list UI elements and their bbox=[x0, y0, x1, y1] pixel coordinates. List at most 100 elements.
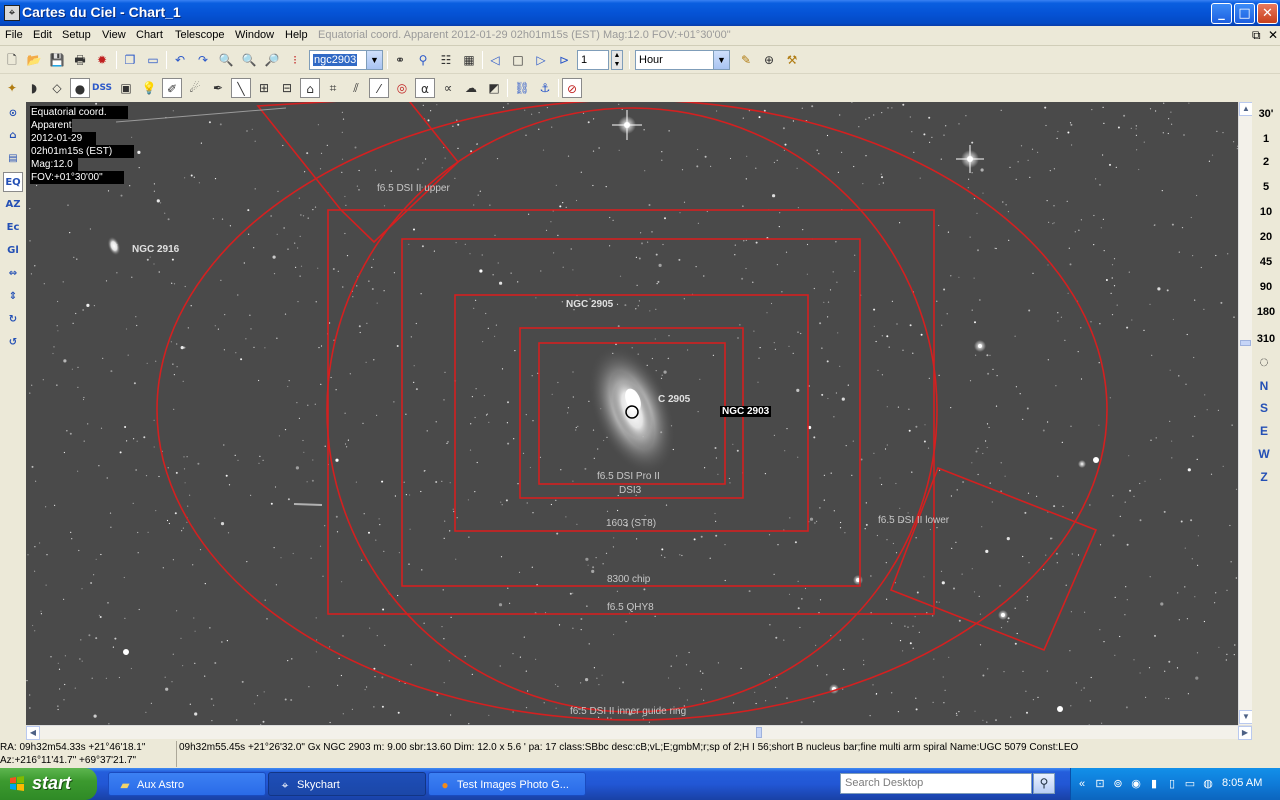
alpha-label[interactable]: α bbox=[415, 78, 435, 98]
zoom-310[interactable]: 310 bbox=[1252, 333, 1280, 345]
monitor-icon[interactable]: ▭ bbox=[1183, 777, 1197, 791]
time-unit-select[interactable]: Hour ▼ bbox=[635, 50, 730, 70]
eq-mode-button[interactable]: EQ bbox=[3, 172, 23, 192]
network-icon[interactable]: ⊡ bbox=[1093, 777, 1107, 791]
flip-vertical-icon[interactable]: ⇕ bbox=[3, 287, 23, 307]
step-forward-icon[interactable]: ▷ bbox=[531, 50, 551, 70]
pen-icon[interactable]: ✒ bbox=[208, 78, 228, 98]
az-mode-button[interactable]: AZ bbox=[3, 195, 23, 215]
zoom-90[interactable]: 90 bbox=[1252, 281, 1280, 293]
stars-icon[interactable]: ✦ bbox=[2, 78, 22, 98]
desktop-search-input[interactable]: Search Desktop bbox=[840, 773, 1032, 794]
restore-child-icon[interactable]: ⧉ bbox=[1252, 28, 1261, 43]
alert-icon[interactable]: ◍ bbox=[1201, 777, 1215, 791]
dss-label[interactable]: DSS bbox=[92, 78, 112, 98]
boundary-icon[interactable]: ⌂ bbox=[300, 78, 320, 98]
step-value-input[interactable]: 1 bbox=[577, 50, 609, 70]
connection-icon[interactable]: ⊚ bbox=[1111, 777, 1125, 791]
chevron-down-icon[interactable]: ▼ bbox=[713, 51, 729, 69]
border-icon[interactable]: ⌗ bbox=[323, 78, 343, 98]
grid-eq-icon[interactable]: ⊟ bbox=[277, 78, 297, 98]
scroll-down-icon[interactable]: ▼ bbox=[1239, 710, 1253, 724]
step-spinner[interactable]: ▲ ▼ bbox=[611, 50, 623, 70]
zoom-30min[interactable]: 30' bbox=[1252, 108, 1280, 120]
find-marker-icon[interactable]: ⁝ bbox=[285, 50, 305, 70]
labels-icon[interactable]: ∝ bbox=[438, 78, 458, 98]
redo-icon[interactable]: ↷ bbox=[193, 50, 213, 70]
tools-icon[interactable]: ⚒ bbox=[782, 50, 802, 70]
scroll-left-icon[interactable]: ◀ bbox=[26, 726, 40, 740]
close-button[interactable]: ✕ bbox=[1257, 3, 1278, 24]
copy-icon[interactable]: ❐ bbox=[120, 50, 140, 70]
zoom-in-icon[interactable]: 🔍 bbox=[216, 50, 236, 70]
task-skychart[interactable]: ⌖ Skychart bbox=[268, 772, 426, 796]
task-firefox[interactable]: ● Test Images Photo G... bbox=[428, 772, 586, 796]
zoom-2[interactable]: 2 bbox=[1252, 156, 1280, 168]
comet-icon[interactable]: ☄ bbox=[185, 78, 205, 98]
stop-icon[interactable]: □ bbox=[508, 50, 528, 70]
tray-arrow-icon[interactable]: « bbox=[1075, 777, 1089, 791]
zoom-20[interactable]: 20 bbox=[1252, 231, 1280, 243]
no-object-icon[interactable]: ⊘ bbox=[562, 78, 582, 98]
minimize-button[interactable]: _ bbox=[1211, 3, 1232, 24]
battery-icon[interactable]: ▯ bbox=[1165, 777, 1179, 791]
direction-south[interactable]: S bbox=[1252, 401, 1276, 415]
search-icon[interactable]: ⚲ bbox=[1033, 773, 1055, 794]
menu-help[interactable]: Help bbox=[285, 29, 308, 41]
calendar-icon[interactable]: ▦ bbox=[459, 50, 479, 70]
flip-horizontal-icon[interactable]: ⇔ bbox=[3, 264, 23, 284]
object-info-icon[interactable]: ⚲ bbox=[413, 50, 433, 70]
target-icon[interactable]: ⊕ bbox=[759, 50, 779, 70]
direction-east[interactable]: E bbox=[1252, 424, 1276, 438]
rotate-left-icon[interactable]: ↺ bbox=[3, 333, 23, 353]
start-button[interactable]: start bbox=[0, 768, 97, 800]
horizontal-scroll-thumb[interactable] bbox=[756, 727, 762, 738]
menu-window[interactable]: Window bbox=[235, 29, 274, 41]
close-child-icon[interactable]: ✕ bbox=[1268, 28, 1278, 42]
zenith-circle-icon[interactable]: ◌ bbox=[1252, 354, 1276, 372]
horizon-icon[interactable]: ☁ bbox=[461, 78, 481, 98]
label-ngc2903[interactable]: NGC 2903 bbox=[720, 406, 772, 417]
menu-view[interactable]: View bbox=[102, 29, 126, 41]
label-ngc2916[interactable]: NGC 2916 bbox=[132, 244, 179, 255]
sky-chart-canvas[interactable] bbox=[26, 102, 1238, 725]
menu-file[interactable]: File bbox=[5, 29, 23, 41]
scale-icon[interactable]: ⁄ bbox=[369, 78, 389, 98]
direction-west[interactable]: W bbox=[1252, 447, 1276, 461]
grid-icon[interactable]: ⊞ bbox=[254, 78, 274, 98]
undo-icon[interactable]: ↶ bbox=[170, 50, 190, 70]
nebula-icon[interactable]: ◗ bbox=[24, 78, 44, 98]
open-icon[interactable]: 📂 bbox=[24, 50, 44, 70]
window-icon[interactable]: ▭ bbox=[143, 50, 163, 70]
zoom-fov-icon[interactable]: 🔎 bbox=[262, 50, 282, 70]
list-icon[interactable]: ☷ bbox=[436, 50, 456, 70]
scroll-right-icon[interactable]: ▶ bbox=[1238, 726, 1252, 740]
gl-mode-button[interactable]: Gl bbox=[3, 241, 23, 261]
lines-icon[interactable]: ◇ bbox=[47, 78, 67, 98]
print-icon[interactable]: 🖶 bbox=[70, 50, 90, 70]
vertical-scroll-thumb[interactable] bbox=[1240, 340, 1251, 346]
new-chart-icon[interactable]: 🗋 bbox=[2, 50, 22, 70]
scroll-up-icon[interactable]: ▲ bbox=[1239, 102, 1253, 116]
search-object-combo[interactable]: ngc2903 ▼ bbox=[309, 50, 383, 70]
zoom-10[interactable]: 10 bbox=[1252, 206, 1280, 218]
vertical-scrollbar[interactable]: ▲ ▼ bbox=[1238, 102, 1253, 725]
pencil-icon[interactable]: ✎ bbox=[736, 50, 756, 70]
label-ngc2905-inner[interactable]: C 2905 bbox=[658, 394, 690, 405]
maximize-button[interactable]: □ bbox=[1234, 3, 1255, 24]
task-aux-astro[interactable]: ▰ Aux Astro bbox=[108, 772, 266, 796]
eyepiece-circle-icon[interactable]: ◎ bbox=[392, 78, 412, 98]
ec-mode-button[interactable]: Ec bbox=[3, 218, 23, 238]
asteroid-icon[interactable]: ✐ bbox=[162, 78, 182, 98]
setup-icon[interactable]: ✹ bbox=[92, 50, 112, 70]
menu-edit[interactable]: Edit bbox=[33, 29, 52, 41]
volume-icon[interactable]: ◉ bbox=[1129, 777, 1143, 791]
anchor-icon[interactable]: ⚓ bbox=[535, 78, 555, 98]
milky-way-icon[interactable]: ⫽ bbox=[346, 78, 366, 98]
zoom-out-icon[interactable]: 🔍 bbox=[239, 50, 259, 70]
chevron-down-icon[interactable]: ▼ bbox=[366, 51, 382, 69]
direction-zenith[interactable]: Z bbox=[1252, 470, 1276, 484]
image-icon[interactable]: ▣ bbox=[116, 78, 136, 98]
home-icon[interactable]: ⌂ bbox=[3, 126, 23, 146]
constellation-line-icon[interactable]: ╲ bbox=[231, 78, 251, 98]
